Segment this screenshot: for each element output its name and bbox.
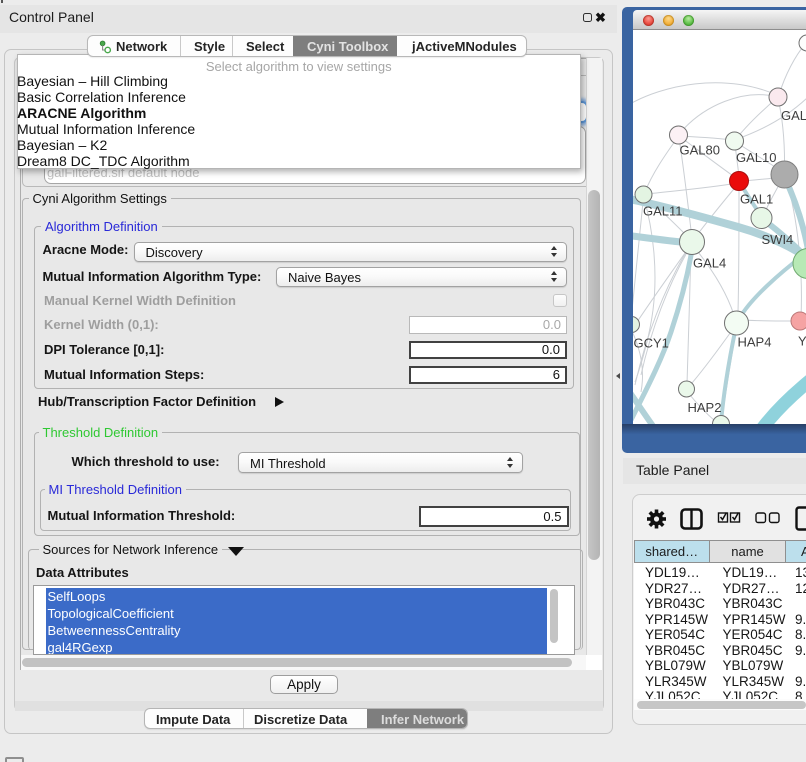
svg-text:GAL10: GAL10 (736, 150, 776, 165)
svg-text:GAL7: GAL7 (781, 108, 806, 123)
svg-text:GAL80: GAL80 (680, 143, 720, 158)
svg-text:SWI4: SWI4 (762, 232, 794, 247)
svg-text:HAP2: HAP2 (688, 400, 722, 415)
svg-text:GCY1: GCY1 (634, 336, 669, 351)
svg-text:HAP4: HAP4 (738, 335, 772, 350)
svg-text:GAL1: GAL1 (740, 192, 773, 207)
svg-text:GAL4: GAL4 (693, 256, 726, 271)
svg-text:GAL11: GAL11 (643, 204, 683, 219)
svg-text:YD: YD (798, 334, 806, 349)
